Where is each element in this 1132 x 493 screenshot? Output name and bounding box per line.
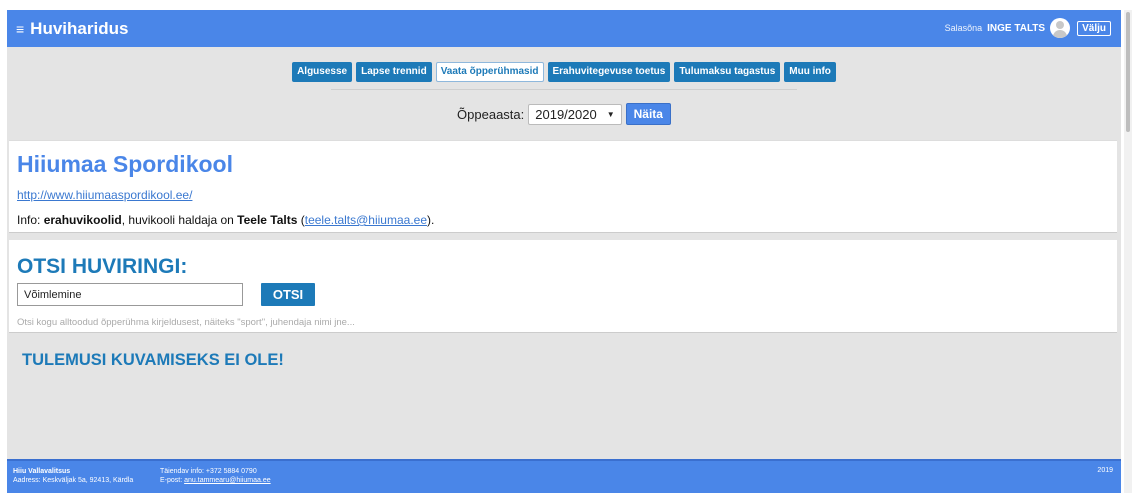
nav-tulumaksu-tagastus[interactable]: Tulumaksu tagastus	[674, 62, 781, 82]
info-prefix: Info:	[17, 213, 41, 227]
main-nav: Algusesse Lapse trennid Vaata õpperühmas…	[7, 62, 1121, 82]
footer: Hiiu Vallavalitsus Aadress: Keskväljak 5…	[7, 459, 1121, 493]
app-title: Huviharidus	[30, 19, 129, 38]
footer-org-block: Hiiu Vallavalitsus Aadress: Keskväljak 5…	[13, 467, 133, 485]
email-close: ).	[427, 213, 435, 227]
footer-contact: Täiendav info: +372 5884 0790	[160, 468, 257, 475]
nav-muu-info[interactable]: Muu info	[784, 62, 836, 82]
school-type: erahuvikoolid	[43, 213, 122, 227]
user-avatar-icon[interactable]	[1050, 18, 1071, 38]
manager-name: Teele Talts	[237, 213, 298, 227]
school-info: Info: erahuvikoolid, huvikooli haldaja o…	[17, 213, 434, 227]
footer-email-line: E-post: anu.tammearu@hiiumaa.ee	[160, 476, 271, 485]
footer-org: Hiiu Vallavalitsus	[13, 468, 71, 475]
search-button[interactable]: OTSI	[261, 283, 315, 306]
scrollbar-thumb[interactable]	[1126, 12, 1130, 132]
user-name[interactable]: INGE TALTS	[987, 23, 1045, 34]
logout-button[interactable]: Välju	[1077, 20, 1111, 36]
school-card: Hiiumaa Spordikool http://www.hiiumaaspo…	[9, 140, 1117, 233]
nav-lapse-trennid[interactable]: Lapse trennid	[356, 62, 432, 82]
app-frame: ≡ Huviharidus Salasõna INGE TALTS Välju A…	[7, 10, 1121, 493]
search-title: OTSI HUVIRINGI:	[17, 255, 188, 278]
nav-erahuvitegevuse-toetus[interactable]: Erahuvitegevuse toetus	[547, 62, 671, 82]
search-card: OTSI HUVIRINGI: OTSI Otsi kogu alltoodud…	[9, 240, 1117, 333]
search-hint: Otsi kogu alltoodud õpperühma kirjelduse…	[17, 317, 355, 328]
hamburger-icon[interactable]: ≡	[16, 21, 24, 37]
nav-algusesse[interactable]: Algusesse	[292, 62, 353, 82]
nav-divider	[331, 89, 797, 90]
user-box: Salasõna INGE TALTS Välju	[945, 18, 1111, 38]
footer-contact-block: Täiendav info: +372 5884 0790 E-post: an…	[160, 467, 271, 485]
app-brand[interactable]: ≡ Huviharidus	[16, 19, 128, 39]
footer-email-label: E-post:	[160, 477, 183, 484]
manager-email-link[interactable]: teele.talts@hiiumaa.ee	[305, 213, 427, 227]
nav-vaata-opperuhmasid[interactable]: Vaata õpperühmasid	[435, 62, 544, 82]
year-select[interactable]: 2019/2020 ▼	[528, 103, 622, 125]
year-select-value: 2019/2020	[535, 106, 597, 122]
no-results-message: TULEMUSI KUVAMISEKS EI OLE!	[22, 351, 284, 369]
footer-year: 2019	[1097, 467, 1113, 474]
top-bar: ≡ Huviharidus Salasõna INGE TALTS Välju	[7, 10, 1121, 47]
footer-address: Aadress: Keskväljak 5a, 92413, Kärdla	[13, 477, 134, 484]
footer-email-link[interactable]: anu.tammearu@hiiumaa.ee	[184, 477, 271, 484]
caret-down-icon: ▼	[606, 109, 615, 119]
school-title: Hiiumaa Spordikool	[17, 151, 233, 177]
year-filter: Õppeaasta: 2019/2020 ▼ Näita	[7, 103, 1121, 125]
school-website-link[interactable]: http://www.hiiumaaspordikool.ee/	[17, 188, 192, 202]
year-label: Õppeaasta:	[457, 106, 525, 122]
info-mid: , huvikooli haldaja on	[121, 213, 234, 227]
show-button[interactable]: Näita	[625, 103, 671, 125]
search-input[interactable]	[17, 283, 243, 306]
user-prefix: Salasõna	[944, 23, 983, 33]
